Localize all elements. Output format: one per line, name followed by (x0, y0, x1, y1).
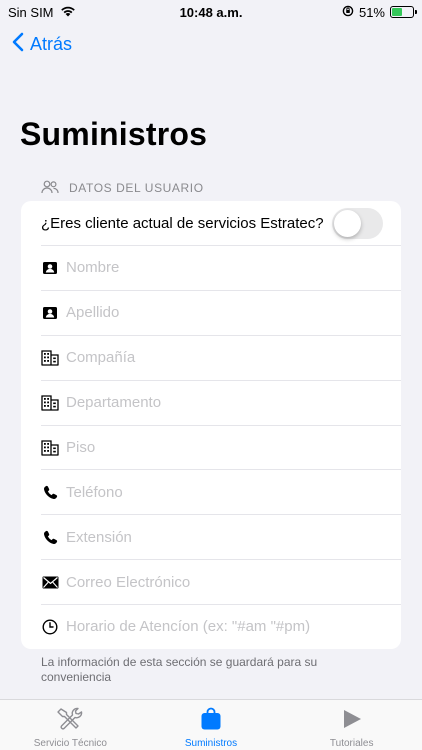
field-row-nombre[interactable] (21, 245, 401, 290)
tab-label: Servicio Técnico (33, 738, 107, 749)
envelope-icon (41, 573, 59, 591)
field-row-departamento[interactable] (21, 379, 401, 425)
building-icon (41, 349, 59, 367)
battery-percent: 51% (358, 4, 385, 20)
field-row-compania[interactable] (21, 334, 401, 380)
tab-label: Suministros (184, 738, 238, 749)
extension-field[interactable] (66, 528, 356, 546)
back-button[interactable]: Atrás (12, 30, 72, 58)
tab-label: Tutoriales (329, 738, 374, 749)
tab-bar: Servicio Técnico Suministros Tutoriales (0, 699, 422, 750)
clock-icon (41, 618, 59, 636)
carrier-label: Sin SIM (8, 4, 54, 20)
play-icon (341, 706, 363, 732)
field-row-telefono[interactable] (21, 469, 401, 514)
orientation-lock-icon (342, 5, 354, 20)
bag-icon (199, 706, 223, 732)
battery-fill (392, 8, 403, 16)
horario-field[interactable] (66, 618, 356, 636)
page-title: Suministros (20, 116, 208, 152)
people-icon (41, 180, 59, 197)
client-toggle-switch[interactable] (332, 207, 383, 239)
chevron-left-icon (12, 32, 24, 57)
status-left: Sin SIM (8, 5, 76, 20)
field-row-piso[interactable] (21, 424, 401, 470)
field-row-correo[interactable] (21, 559, 401, 604)
person-card-icon (41, 259, 59, 277)
client-toggle-row: ¿Eres cliente actual de servicios Estrat… (21, 201, 401, 245)
tab-tutoriales[interactable]: Tutoriales (281, 700, 422, 750)
tab-servicio-tecnico[interactable]: Servicio Técnico (0, 700, 141, 750)
apellido-field[interactable] (66, 304, 356, 322)
departamento-field[interactable] (66, 394, 356, 412)
piso-field[interactable] (66, 438, 356, 456)
email-field[interactable] (66, 573, 356, 591)
section-header-label: DATOS DEL USUARIO (69, 181, 204, 195)
status-bar: Sin SIM 10:48 a.m. 51% (0, 0, 422, 24)
nombre-field[interactable] (66, 259, 356, 277)
building-icon (41, 394, 59, 412)
section-footer-note: La información de esta sección se guarda… (41, 655, 318, 684)
tools-icon (55, 706, 85, 732)
back-label: Atrás (30, 33, 73, 54)
phone-icon (41, 483, 59, 501)
battery-icon (390, 6, 417, 18)
status-right: 51% (342, 4, 417, 20)
building-icon (41, 438, 59, 456)
user-data-card: ¿Eres cliente actual de servicios Estrat… (21, 201, 401, 649)
field-row-horario[interactable] (21, 604, 401, 649)
telefono-field[interactable] (66, 483, 356, 501)
tab-suministros[interactable]: Suministros (141, 700, 282, 750)
section-header: DATOS DEL USUARIO (41, 178, 204, 198)
compania-field[interactable] (66, 349, 356, 367)
field-row-apellido[interactable] (21, 289, 401, 335)
person-card-icon (41, 304, 59, 322)
phone-icon (41, 528, 59, 546)
field-row-extension[interactable] (21, 514, 401, 559)
wifi-icon (60, 5, 76, 20)
client-toggle-label: ¿Eres cliente actual de servicios Estrat… (41, 214, 324, 232)
switch-knob (334, 209, 361, 237)
